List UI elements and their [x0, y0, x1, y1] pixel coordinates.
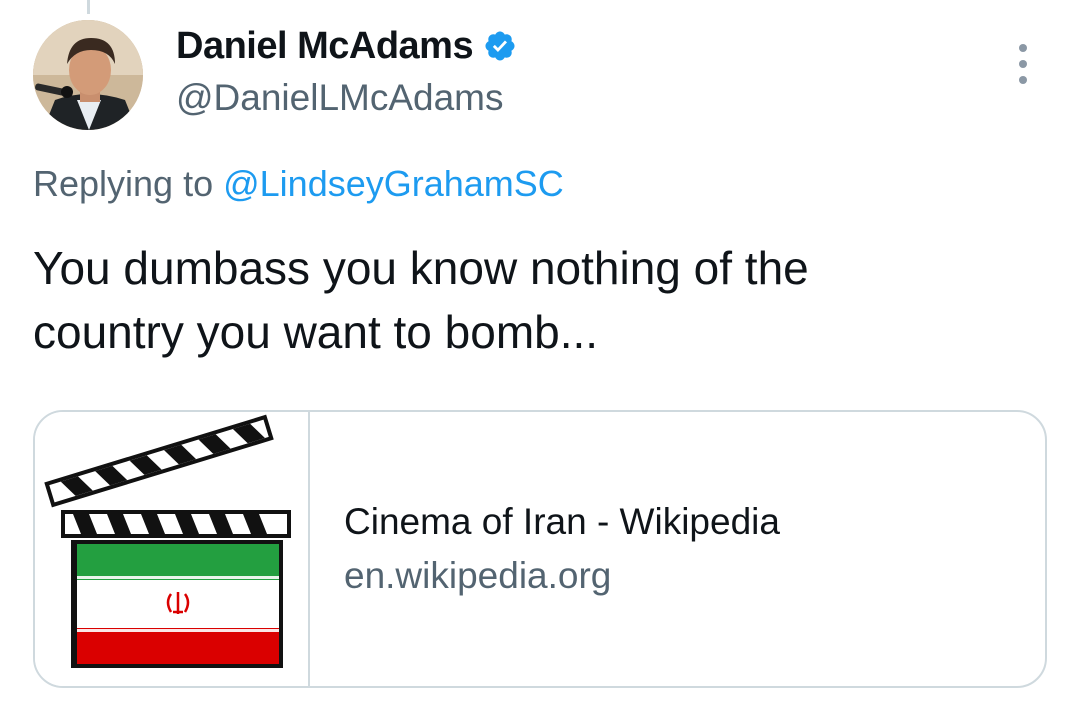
tweet-view: Daniel McAdams @DanielLMcAdams Replying …	[0, 0, 1080, 718]
link-card-title[interactable]: Cinema of Iran - Wikipedia	[344, 501, 1045, 543]
link-card-thumbnail	[35, 412, 310, 686]
replying-to-line: Replying to @LindseyGrahamSC	[33, 163, 564, 205]
more-options-icon[interactable]	[1010, 44, 1036, 84]
replying-to-handle-link[interactable]: @LindseyGrahamSC	[223, 163, 564, 204]
tweet-text-line: country you want to bomb...	[33, 306, 599, 358]
author-name-row: Daniel McAdams	[176, 24, 517, 68]
link-card-domain: en.wikipedia.org	[344, 555, 612, 596]
avatar-photo	[33, 20, 143, 130]
thread-connector-line	[87, 0, 90, 14]
link-preview-card[interactable]: Cinema of Iran - Wikipedia en.wikipedia.…	[33, 410, 1047, 688]
avatar[interactable]	[33, 20, 143, 130]
tweet-text: You dumbass you know nothing of the coun…	[33, 236, 1033, 364]
replying-to-label: Replying to	[33, 163, 224, 204]
clapperboard-iran-flag-icon	[44, 414, 291, 668]
link-card-info: Cinema of Iran - Wikipedia en.wikipedia.…	[310, 412, 1045, 686]
author-handle[interactable]: @DanielLMcAdams	[176, 77, 504, 119]
author-display-name[interactable]: Daniel McAdams	[176, 25, 474, 68]
verified-badge-icon	[485, 31, 515, 61]
tweet-text-line: You dumbass you know nothing of the	[33, 242, 809, 294]
